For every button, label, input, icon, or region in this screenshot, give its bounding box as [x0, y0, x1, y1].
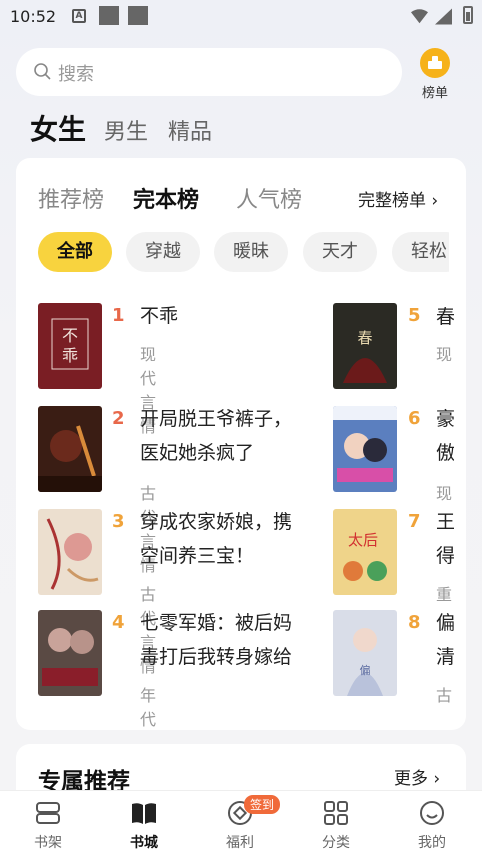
book-rank: 1 — [112, 305, 125, 326]
svg-text:太后: 太后 — [348, 531, 378, 549]
book-category: 现 — [436, 484, 453, 503]
book-cover — [333, 406, 397, 492]
chip-all[interactable]: 全部 — [38, 232, 112, 272]
book-rank: 6 — [408, 408, 421, 429]
wifi-icon — [411, 9, 428, 24]
svg-text:乖: 乖 — [62, 346, 78, 365]
nav-category[interactable]: 分类 — [288, 791, 384, 856]
notification-icon: A — [72, 9, 86, 23]
bottom-nav: 书架 书城 福利 分类 我的 — [0, 790, 482, 856]
book-title: 豪傲 — [436, 408, 454, 464]
search-icon — [34, 63, 51, 80]
book-cover: 偏 — [333, 610, 397, 696]
rank-icon — [420, 48, 450, 78]
book-cover: 不乖 — [38, 303, 102, 389]
nav-label: 书架 — [34, 835, 62, 851]
book-cover — [38, 406, 102, 492]
book-title: 七零军婚：被后妈毒打后我转身嫁给 — [140, 612, 293, 668]
book-rank: 2 — [112, 408, 125, 429]
nav-bookshelf[interactable]: 书架 — [0, 791, 96, 856]
book-cover: 春 — [333, 303, 397, 389]
rank-button-label: 榜单 — [422, 86, 449, 101]
book-title: 开局脱王爷裤子，医妃她杀疯了 — [140, 408, 293, 464]
book-category: 年代 — [140, 686, 157, 729]
status-time: 10:52 — [10, 7, 57, 26]
rank-list-button[interactable]: 榜单 — [416, 48, 456, 104]
nav-label: 分类 — [322, 835, 350, 851]
tab-female[interactable]: 女生 — [30, 108, 86, 148]
tab-recommend-rank[interactable]: 推荐榜 — [38, 182, 104, 214]
chip-relaxed[interactable]: 轻松 — [392, 232, 449, 272]
book-category: 重 — [436, 585, 453, 604]
nav-label: 我的 — [418, 835, 446, 851]
tab-completed-rank[interactable]: 完本榜 — [133, 182, 199, 214]
nav-profile[interactable]: 我的 — [384, 791, 480, 856]
book-title: 王得 — [436, 511, 454, 567]
search-bar[interactable]: 搜索 — [16, 48, 402, 96]
book-rank: 4 — [112, 612, 125, 633]
bookshelf-icon — [36, 802, 60, 824]
status-bar: 10:52 A — [0, 0, 482, 34]
ranking-right-column: 春 5 春 现 6 豪傲 现 太后 7 王得 重 偏 8 偏清 古 — [330, 290, 454, 710]
bookstore-icon — [132, 803, 156, 824]
nav-label: 书城 — [130, 835, 158, 851]
book-cover — [38, 610, 102, 696]
chip-ambiguous[interactable]: 暖昧 — [214, 232, 288, 272]
svg-text:春: 春 — [357, 329, 372, 347]
full-list-link[interactable]: 完整榜单 › — [358, 186, 438, 211]
checkin-badge: 签到 — [244, 795, 281, 814]
tab-male[interactable]: 男生 — [104, 114, 148, 146]
search-placeholder: 搜索 — [58, 64, 94, 85]
book-rank: 5 — [408, 305, 421, 326]
book-rank: 8 — [408, 612, 421, 633]
category-icon — [324, 801, 348, 825]
book-cover — [38, 509, 102, 595]
profile-icon — [420, 801, 444, 825]
recommend-more-link[interactable]: 更多 › — [394, 764, 440, 789]
book-title: 不乖 — [140, 305, 179, 327]
book-title: 穿成农家娇娘，携空间养三宝！ — [140, 511, 293, 567]
svg-text:不: 不 — [62, 326, 78, 345]
battery-icon — [463, 6, 473, 24]
nav-label: 福利 — [226, 835, 254, 851]
book-title: 偏清 — [436, 612, 454, 668]
notification-square-icon — [128, 6, 148, 25]
book-category: 现 — [436, 345, 453, 364]
svg-text:偏: 偏 — [360, 663, 371, 677]
book-category: 古 — [436, 686, 453, 705]
book-rank: 3 — [112, 511, 125, 532]
nav-bookstore[interactable]: 书城 — [96, 791, 192, 856]
notification-square-icon — [99, 6, 119, 25]
book-title: 春 — [436, 306, 454, 328]
chip-genius[interactable]: 天才 — [303, 232, 377, 272]
category-chips: 全部 穿越 暖昧 天才 轻松 — [16, 228, 449, 278]
chip-time-travel[interactable]: 穿越 — [126, 232, 200, 272]
tab-premium[interactable]: 精品 — [168, 114, 212, 146]
signal-icon — [435, 8, 452, 25]
book-rank: 7 — [408, 511, 421, 532]
book-cover: 太后 — [333, 509, 397, 595]
tab-popular-rank[interactable]: 人气榜 — [236, 182, 302, 214]
